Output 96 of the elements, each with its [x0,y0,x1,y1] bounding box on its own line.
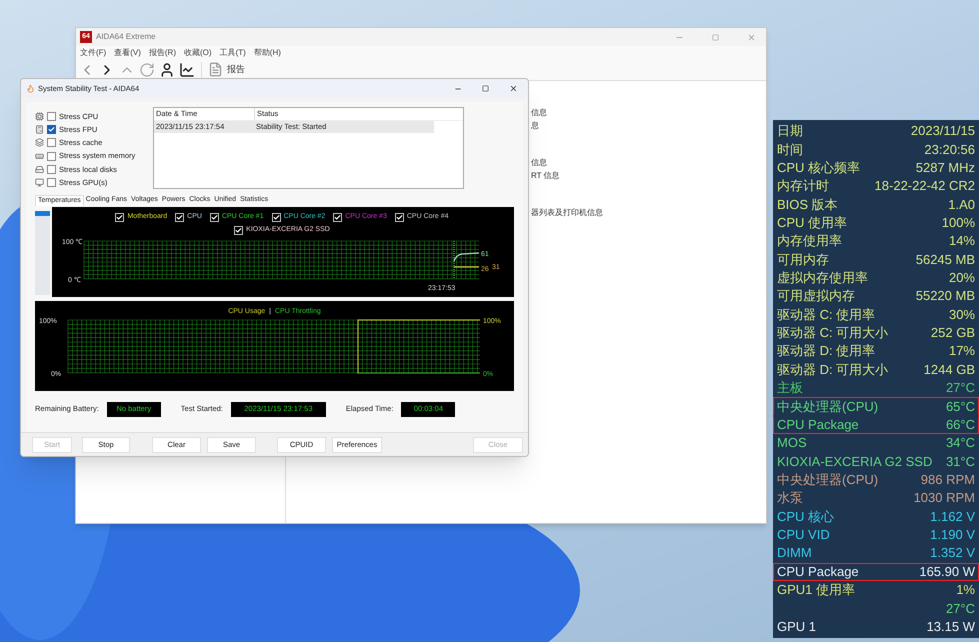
checkbox[interactable] [234,226,244,235]
sensor-value: 17% [948,344,975,358]
close-icon[interactable] [509,84,518,93]
checkbox[interactable] [47,178,56,187]
menu-item[interactable]: 工具(T) [220,46,246,58]
sensor-value: 20% [948,271,975,286]
layers-icon [35,138,44,148]
graph-scrollbar[interactable] [35,211,50,295]
sensor-value: 1.162 V [930,510,975,524]
sensor-label: 可用内存 [777,252,829,267]
sensor-label: 中央处理器(CPU) [777,473,878,487]
sensor-value: 14% [948,234,975,248]
user-icon[interactable] [159,62,175,78]
checkbox[interactable] [47,164,56,174]
sensor-label: 驱动器 C: 使用率 [777,308,876,322]
sensor-label: MOS [777,436,807,450]
checkbox[interactable] [272,213,281,222]
sensor-value: 1.352 V [930,546,975,560]
sensor-label: 驱动器 D: 可用大小 [777,362,888,377]
sensor-label: 驱动器 D: 使用率 [777,344,876,358]
sensor-label: GPU 1 [777,620,816,634]
toolbar-label[interactable]: 报告 [227,62,245,76]
memory-stick-icon [35,152,44,161]
sensor-label: BIOS 版本 [777,198,838,212]
sensor-value: 34°C [946,436,975,450]
sensor-label: 虚拟内存使用率 [777,271,868,286]
checkbox[interactable] [115,213,124,222]
sensor-value: 1.190 V [930,528,975,542]
maximize-icon[interactable] [482,85,489,92]
sensor-value: 27°C [946,381,975,396]
sensor-label: 驱动器 C: 可用大小 [777,326,888,340]
report-icon[interactable] [208,62,223,77]
sensor-label: 水泵 [777,491,803,506]
temperature-line [453,252,480,262]
temperature-line [454,266,479,268]
sensor-label: 内存使用率 [777,234,842,248]
sensor-value: 986 RPM [920,473,975,487]
monitor-icon [35,178,44,187]
info-line: RT 信息 [531,170,560,182]
checkbox[interactable] [47,112,56,122]
sensor-label: CPU VID [777,528,830,542]
info-line: 信息 [531,157,547,169]
sensor-value: 1030 RPM [914,491,975,506]
sensor-value: 5287 MHz [916,160,975,175]
menu-item[interactable]: 文件(F) [80,46,106,58]
line-chart-icon[interactable] [179,62,195,78]
chip-icon [35,112,44,122]
menu-item[interactable]: 帮助(H) [254,46,281,58]
checkbox[interactable] [47,138,56,148]
sensor-value: 65°C [946,400,975,414]
checkbox[interactable] [47,125,56,134]
sensor-value: 13.15 W [926,620,975,634]
info-line: 息 [531,120,539,132]
menu-item[interactable]: 查看(V) [114,46,141,58]
sensor-value: 23:20:56 [924,142,975,157]
info-line: 信息 [531,107,547,119]
sensor-label: 内存计时 [777,179,829,194]
sensor-label: 日期 [777,124,803,138]
sensor-value: 1244 GB [924,362,975,377]
checkbox[interactable] [333,213,342,222]
sensor-value: 27°C [946,602,975,616]
sensor-label: 时间 [777,142,803,157]
sensor-value: 252 GB [930,326,975,340]
flame-icon [26,84,35,93]
sensor-value: 55220 MB [916,289,975,304]
sensor-value: 30% [948,308,975,322]
menu-item[interactable]: 报告(R) [148,46,176,58]
sensor-label: CPU Package [777,564,859,579]
sensor-label: CPU 核心 [777,510,834,524]
drive-icon [35,164,44,174]
sensor-label: 可用虚拟内存 [777,289,855,304]
window-title: AIDA64 Extreme [96,31,156,43]
sensor-label: GPU1 使用率 [777,583,856,598]
sensor-value: 1% [956,583,975,598]
sensor-value: 56245 MB [916,252,975,267]
menu-item[interactable]: 收藏(O) [184,46,212,58]
info-line: 器列表及打印机信息 [531,207,603,219]
sensor-label: DIMM [777,546,812,560]
sensor-label: 中央处理器(CPU) [777,400,878,414]
sensor-value: 1.A0 [948,198,975,212]
calculator-icon [35,125,44,134]
sensor-value: 100% [942,216,975,230]
sensor-value: 165.90 W [919,564,975,579]
sensor-value: 66°C [946,418,975,432]
sensor-value: 31°C [946,454,975,469]
sensor-label: CPU Package [777,418,859,432]
sensor-label: KIOXIA-EXCERIA G2 SSD [777,454,932,469]
checkbox[interactable] [394,213,404,222]
sensor-value: 2023/11/15 [910,124,975,138]
checkbox[interactable] [175,213,184,222]
checkbox[interactable] [47,152,56,161]
sensor-label: 主板 [777,381,803,396]
sensor-label: CPU 核心频率 [777,160,860,175]
sensor-value: 18-22-22-42 CR2 [874,179,975,194]
checkbox[interactable] [210,213,219,222]
sensor-label: CPU 使用率 [777,216,848,230]
